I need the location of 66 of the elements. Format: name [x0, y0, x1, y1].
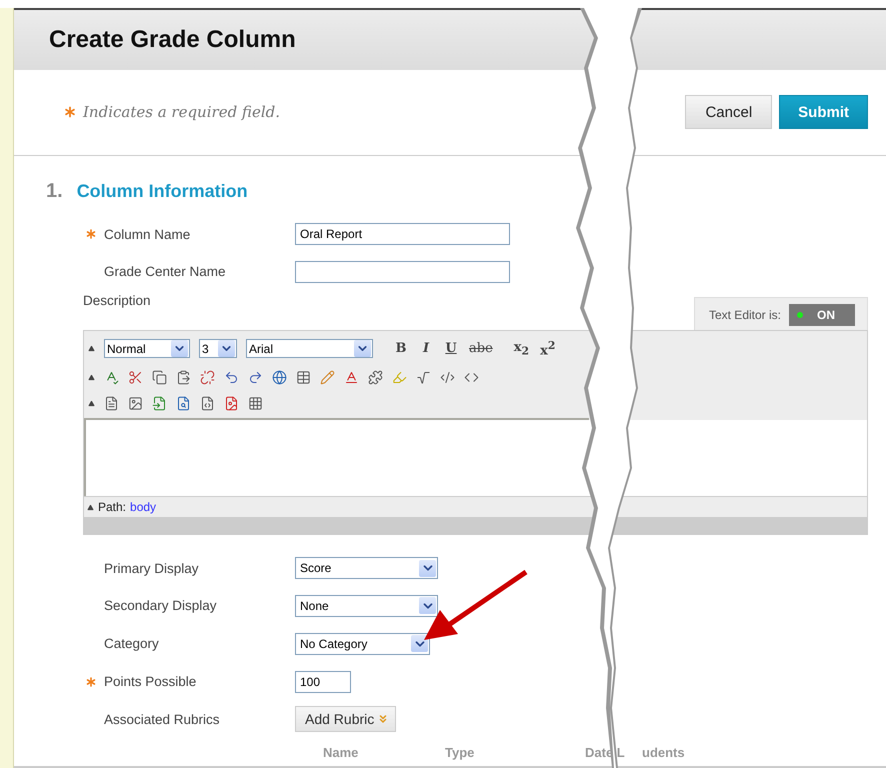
image-icon[interactable] — [128, 396, 143, 411]
cancel-button[interactable]: Cancel — [685, 95, 772, 130]
dropdown[interactable]: Score — [295, 557, 438, 580]
grid-icon[interactable] — [248, 396, 263, 411]
field-label: Category — [104, 636, 159, 652]
font-color-icon[interactable] — [344, 370, 359, 385]
paste-icon[interactable] — [176, 370, 191, 385]
section-number: 1. — [46, 180, 63, 204]
chevron-down-icon — [171, 340, 188, 358]
chevron-down-icon — [354, 340, 371, 358]
editor-toggle[interactable]: ON — [789, 304, 855, 326]
file-insert-icon[interactable] — [152, 396, 167, 411]
copy-icon[interactable] — [152, 370, 167, 385]
chevron-down-icon — [419, 597, 436, 614]
column-header: udents — [642, 744, 686, 760]
section-title: Column Information — [76, 181, 248, 202]
field-label: Secondary Display — [104, 598, 217, 614]
format-button[interactable]: x$_{2}$ — [514, 340, 530, 358]
format-button[interactable]: I — [419, 341, 433, 356]
file-code-icon[interactable] — [200, 396, 215, 411]
format-button[interactable]: B — [394, 341, 408, 356]
path-link[interactable]: body — [130, 500, 156, 514]
add-rubric-button[interactable]: Add Rubric — [295, 706, 396, 732]
field-label: Primary Display — [104, 560, 199, 576]
chevron-down-icon — [411, 635, 428, 652]
unlink-icon[interactable] — [200, 370, 215, 385]
file-image-icon[interactable] — [224, 396, 239, 411]
square-root-icon[interactable] — [416, 370, 431, 385]
collapse-icon[interactable] — [88, 400, 95, 407]
field-label: Description — [83, 292, 151, 308]
undo-icon[interactable] — [224, 370, 239, 385]
field-label: Grade Center Name — [104, 264, 226, 280]
text-field[interactable]: Oral Report — [295, 223, 510, 245]
field-label: Points Possible — [104, 674, 196, 689]
scissors-icon[interactable] — [128, 370, 143, 385]
dropdown[interactable]: None — [295, 594, 438, 617]
format-button[interactable]: U — [444, 341, 458, 356]
field-label: Column Name — [104, 226, 190, 242]
puzzle-icon[interactable] — [368, 370, 383, 385]
column-header: Type — [445, 744, 476, 760]
font-dropdown[interactable]: Arial — [246, 339, 373, 358]
globe-icon[interactable] — [272, 370, 287, 385]
file-search-icon[interactable] — [176, 396, 191, 411]
format-button[interactable]: x$^{2}$ — [540, 339, 556, 358]
document-icon[interactable] — [104, 396, 119, 411]
pencil-icon[interactable] — [320, 370, 335, 385]
size-dropdown[interactable]: 3 — [199, 339, 237, 358]
dropdown[interactable]: No Category — [295, 632, 430, 655]
chevron-down-icon — [419, 560, 436, 577]
column-header: Name — [323, 744, 360, 760]
text-field[interactable] — [295, 260, 510, 283]
redo-icon[interactable] — [248, 370, 263, 385]
paragraph-dropdown[interactable]: Normal — [104, 339, 190, 358]
page-title: Create Grade Column — [49, 26, 296, 54]
text-field[interactable]: 100 — [295, 670, 351, 692]
code-icon[interactable] — [440, 370, 455, 385]
field-label: Associated Rubrics — [104, 712, 220, 727]
collapse-icon[interactable] — [88, 374, 95, 381]
collapse-icon[interactable] — [87, 504, 94, 511]
toggle-label: Text Editor is: — [708, 308, 781, 322]
table-icon[interactable] — [296, 370, 311, 385]
format-button[interactable]: abe — [469, 341, 493, 356]
chevron-down-icon — [218, 340, 235, 358]
collapse-icon[interactable] — [88, 345, 95, 352]
required-note: Indicates a required field. — [83, 103, 280, 122]
path-label: Path: — [98, 500, 126, 514]
